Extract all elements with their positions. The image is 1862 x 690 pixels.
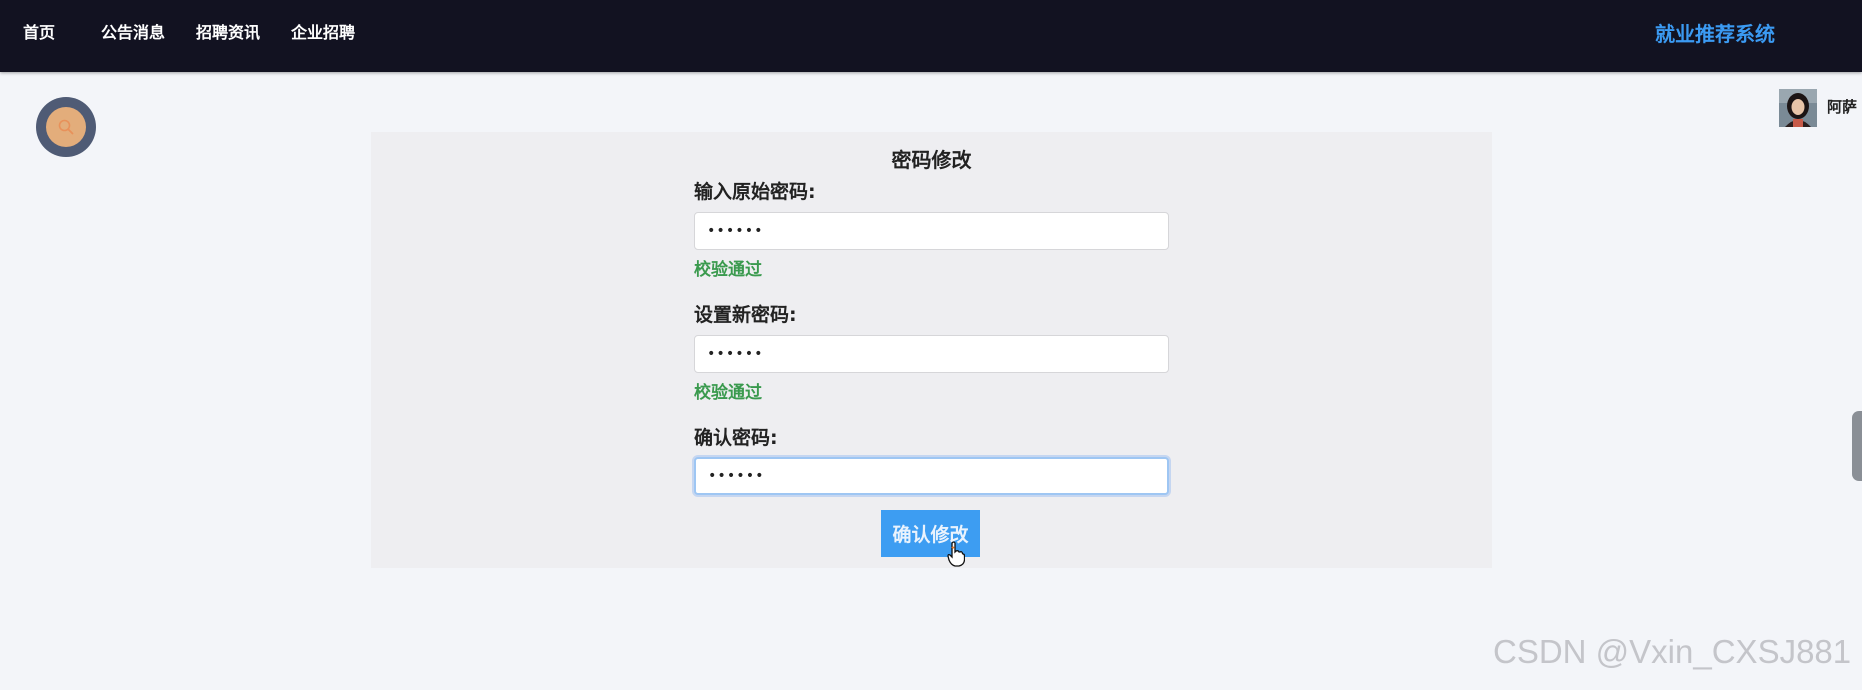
nav-item-announcements[interactable]: 公告消息 <box>101 0 165 72</box>
original-password-input[interactable] <box>694 212 1169 250</box>
site-brand[interactable]: 就业推荐系统 <box>1655 0 1775 72</box>
new-password-input[interactable] <box>694 335 1169 373</box>
confirm-change-button[interactable]: 确认修改 <box>881 510 980 557</box>
confirm-password-input[interactable] <box>694 457 1169 495</box>
page-title: 密码修改 <box>891 148 972 172</box>
original-password-valid-msg: 校验通过 <box>694 260 762 280</box>
nav-item-recruitment-news[interactable]: 招聘资讯 <box>196 0 260 72</box>
confirm-password-label: 确认密码: <box>694 427 778 449</box>
user-avatar-photo-icon <box>1779 89 1817 127</box>
search-icon <box>58 119 74 135</box>
password-change-card: 密码修改 输入原始密码: 校验通过 设置新密码: 校验通过 确认密码: 确认修改 <box>371 132 1492 568</box>
search-button[interactable] <box>36 97 96 157</box>
original-password-label: 输入原始密码: <box>694 181 816 203</box>
top-nav-bar: 首页 公告消息 招聘资讯 企业招聘 就业推荐系统 <box>0 0 1862 72</box>
side-drawer-handle[interactable] <box>1852 411 1862 481</box>
user-avatar[interactable] <box>1779 89 1817 127</box>
hand-pointer-icon <box>947 541 965 567</box>
nav-item-company-recruitment[interactable]: 企业招聘 <box>291 0 355 72</box>
new-password-valid-msg: 校验通过 <box>694 383 762 403</box>
user-name[interactable]: 阿萨 <box>1827 96 1857 117</box>
search-button-inner <box>46 107 86 147</box>
nav-item-home[interactable]: 首页 <box>23 0 55 72</box>
new-password-label: 设置新密码: <box>694 304 797 326</box>
watermark: CSDN @Vxin_CXSJ881 <box>1493 633 1852 670</box>
